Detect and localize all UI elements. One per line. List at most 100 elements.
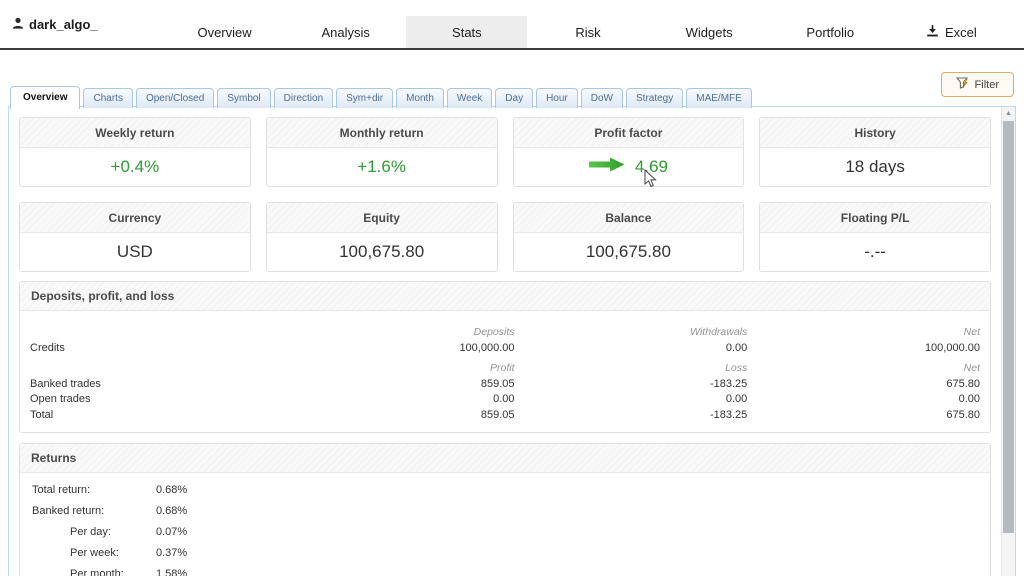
returns-list: Total return: 0.68% Banked return: 0.68%… <box>20 473 990 576</box>
cell-value: -183.25 <box>515 408 748 424</box>
card-value: 100,675.80 <box>514 233 744 271</box>
summary-cards: Weekly return +0.4% Monthly return +1.6%… <box>19 117 991 272</box>
account-name: dark_algo_ <box>29 17 98 32</box>
card-value: +1.6% <box>267 148 497 186</box>
card-title: Equity <box>267 203 497 233</box>
nav-tab-excel[interactable]: Excel <box>891 16 1012 48</box>
table-row: Open trades 0.00 0.00 0.00 <box>30 392 980 408</box>
filter-label: Filter <box>975 79 999 91</box>
card-title: History <box>760 118 990 148</box>
card-value: 100,675.80 <box>267 233 497 271</box>
account-menu[interactable]: dark_algo_ <box>12 0 164 48</box>
row-label: Total <box>30 408 277 424</box>
card-value: 18 days <box>760 148 990 186</box>
cell-value: 0.00 <box>515 341 748 357</box>
subtab-week[interactable]: Week <box>447 88 492 108</box>
list-item: Banked return: 0.68% <box>30 500 980 521</box>
nav-tab-label: Stats <box>452 25 482 40</box>
nav-tabs: Overview Analysis Stats Risk Widgets Por… <box>164 0 1012 48</box>
col-header: Profit <box>277 356 515 377</box>
list-item: Per month: 1.58% <box>30 564 980 576</box>
subtab-direction[interactable]: Direction <box>274 88 333 108</box>
nav-tab-label: Overview <box>197 25 251 40</box>
table-header-row: Deposits Withdrawals Net <box>30 317 980 341</box>
table-row: Total 859.05 -183.25 675.80 <box>30 408 980 424</box>
subtab-overview[interactable]: Overview <box>10 86 80 109</box>
mouse-cursor <box>644 169 658 194</box>
row-label: Per week: <box>30 547 156 559</box>
col-header: Withdrawals <box>515 317 748 341</box>
card-history: History 18 days <box>759 117 991 187</box>
filter-button[interactable]: Filter <box>941 72 1014 97</box>
nav-tab-stats[interactable]: Stats <box>406 16 527 48</box>
col-header: Loss <box>515 356 748 377</box>
card-weekly-return: Weekly return +0.4% <box>19 117 251 187</box>
cell-value: -183.25 <box>515 377 748 393</box>
nav-tab-widgets[interactable]: Widgets <box>649 16 770 48</box>
card-equity: Equity 100,675.80 <box>266 202 498 272</box>
nav-tab-analysis[interactable]: Analysis <box>285 16 406 48</box>
row-label: Per month: <box>30 568 156 576</box>
nav-tab-label: Risk <box>575 25 600 40</box>
row-label: Banked return: <box>30 505 156 517</box>
col-header: Net <box>747 317 980 341</box>
card-monthly-return: Monthly return +1.6% <box>266 117 498 187</box>
subtab-month[interactable]: Month <box>396 88 444 108</box>
row-value: 1.58% <box>156 568 187 576</box>
subtab-charts[interactable]: Charts <box>83 88 132 108</box>
vertical-scrollbar[interactable]: ▲ <box>1001 107 1015 576</box>
row-label: Banked trades <box>30 377 277 393</box>
table-row: Credits 100,000.00 0.00 100,000.00 <box>30 341 980 357</box>
row-value: 0.37% <box>156 547 187 559</box>
filter-icon <box>956 77 970 92</box>
subtab-mae-mfe[interactable]: MAE/MFE <box>686 88 752 108</box>
deposits-profit-loss-section: Deposits, profit, and loss Deposits With… <box>19 281 991 433</box>
card-title: Balance <box>514 203 744 233</box>
list-item: Per day: 0.07% <box>30 521 980 542</box>
subtab-sym-dir[interactable]: Sym+dir <box>336 88 393 108</box>
table-row: Banked trades 859.05 -183.25 675.80 <box>30 377 980 393</box>
subtab-strategy[interactable]: Strategy <box>626 88 683 108</box>
list-item: Total return: 0.68% <box>30 479 980 500</box>
stats-overview-panel: Weekly return +0.4% Monthly return +1.6%… <box>8 106 1016 576</box>
arrow-right-icon <box>589 157 625 177</box>
card-floating-pl: Floating P/L -.-- <box>759 202 991 272</box>
cell-value: 859.05 <box>277 408 515 424</box>
subtab-open-closed[interactable]: Open/Closed <box>136 88 214 108</box>
returns-section: Returns Total return: 0.68% Banked retur… <box>19 443 991 576</box>
row-label: Total return: <box>30 484 156 496</box>
scrollbar-thumb[interactable] <box>1003 121 1014 533</box>
row-value: 0.07% <box>156 526 187 538</box>
scroll-up-icon[interactable]: ▲ <box>1002 107 1015 120</box>
subtab-dow[interactable]: DoW <box>581 88 623 108</box>
cell-value: 675.80 <box>747 408 980 424</box>
cell-value: 100,000.00 <box>747 341 980 357</box>
subtab-day[interactable]: Day <box>495 88 533 108</box>
row-label: Open trades <box>30 392 277 408</box>
stats-subtabs: Overview Charts Open/Closed Symbol Direc… <box>10 85 755 108</box>
col-header: Deposits <box>277 317 515 341</box>
download-icon <box>926 24 939 40</box>
nav-tab-risk[interactable]: Risk <box>527 16 648 48</box>
card-title: Currency <box>20 203 250 233</box>
section-title: Deposits, profit, and loss <box>20 282 990 311</box>
list-item: Per week: 0.37% <box>30 543 980 564</box>
section-title: Returns <box>20 444 990 473</box>
card-profit-factor: Profit factor 4.69 <box>513 117 745 187</box>
card-title: Floating P/L <box>760 203 990 233</box>
cell-value: 0.00 <box>277 392 515 408</box>
nav-tab-portfolio[interactable]: Portfolio <box>770 16 891 48</box>
card-title: Monthly return <box>267 118 497 148</box>
subtab-symbol[interactable]: Symbol <box>217 88 270 108</box>
col-header: Net <box>747 356 980 377</box>
cell-value: 0.00 <box>515 392 748 408</box>
cell-value: 0.00 <box>747 392 980 408</box>
nav-tab-label: Excel <box>945 25 977 40</box>
nav-tab-label: Widgets <box>686 25 733 40</box>
subtab-hour[interactable]: Hour <box>536 88 578 108</box>
card-value: -.-- <box>760 233 990 271</box>
nav-tab-overview[interactable]: Overview <box>164 16 285 48</box>
card-balance: Balance 100,675.80 <box>513 202 745 272</box>
table-header-row: Profit Loss Net <box>30 356 980 377</box>
deposits-table: Deposits Withdrawals Net Credits 100,000… <box>30 317 980 423</box>
